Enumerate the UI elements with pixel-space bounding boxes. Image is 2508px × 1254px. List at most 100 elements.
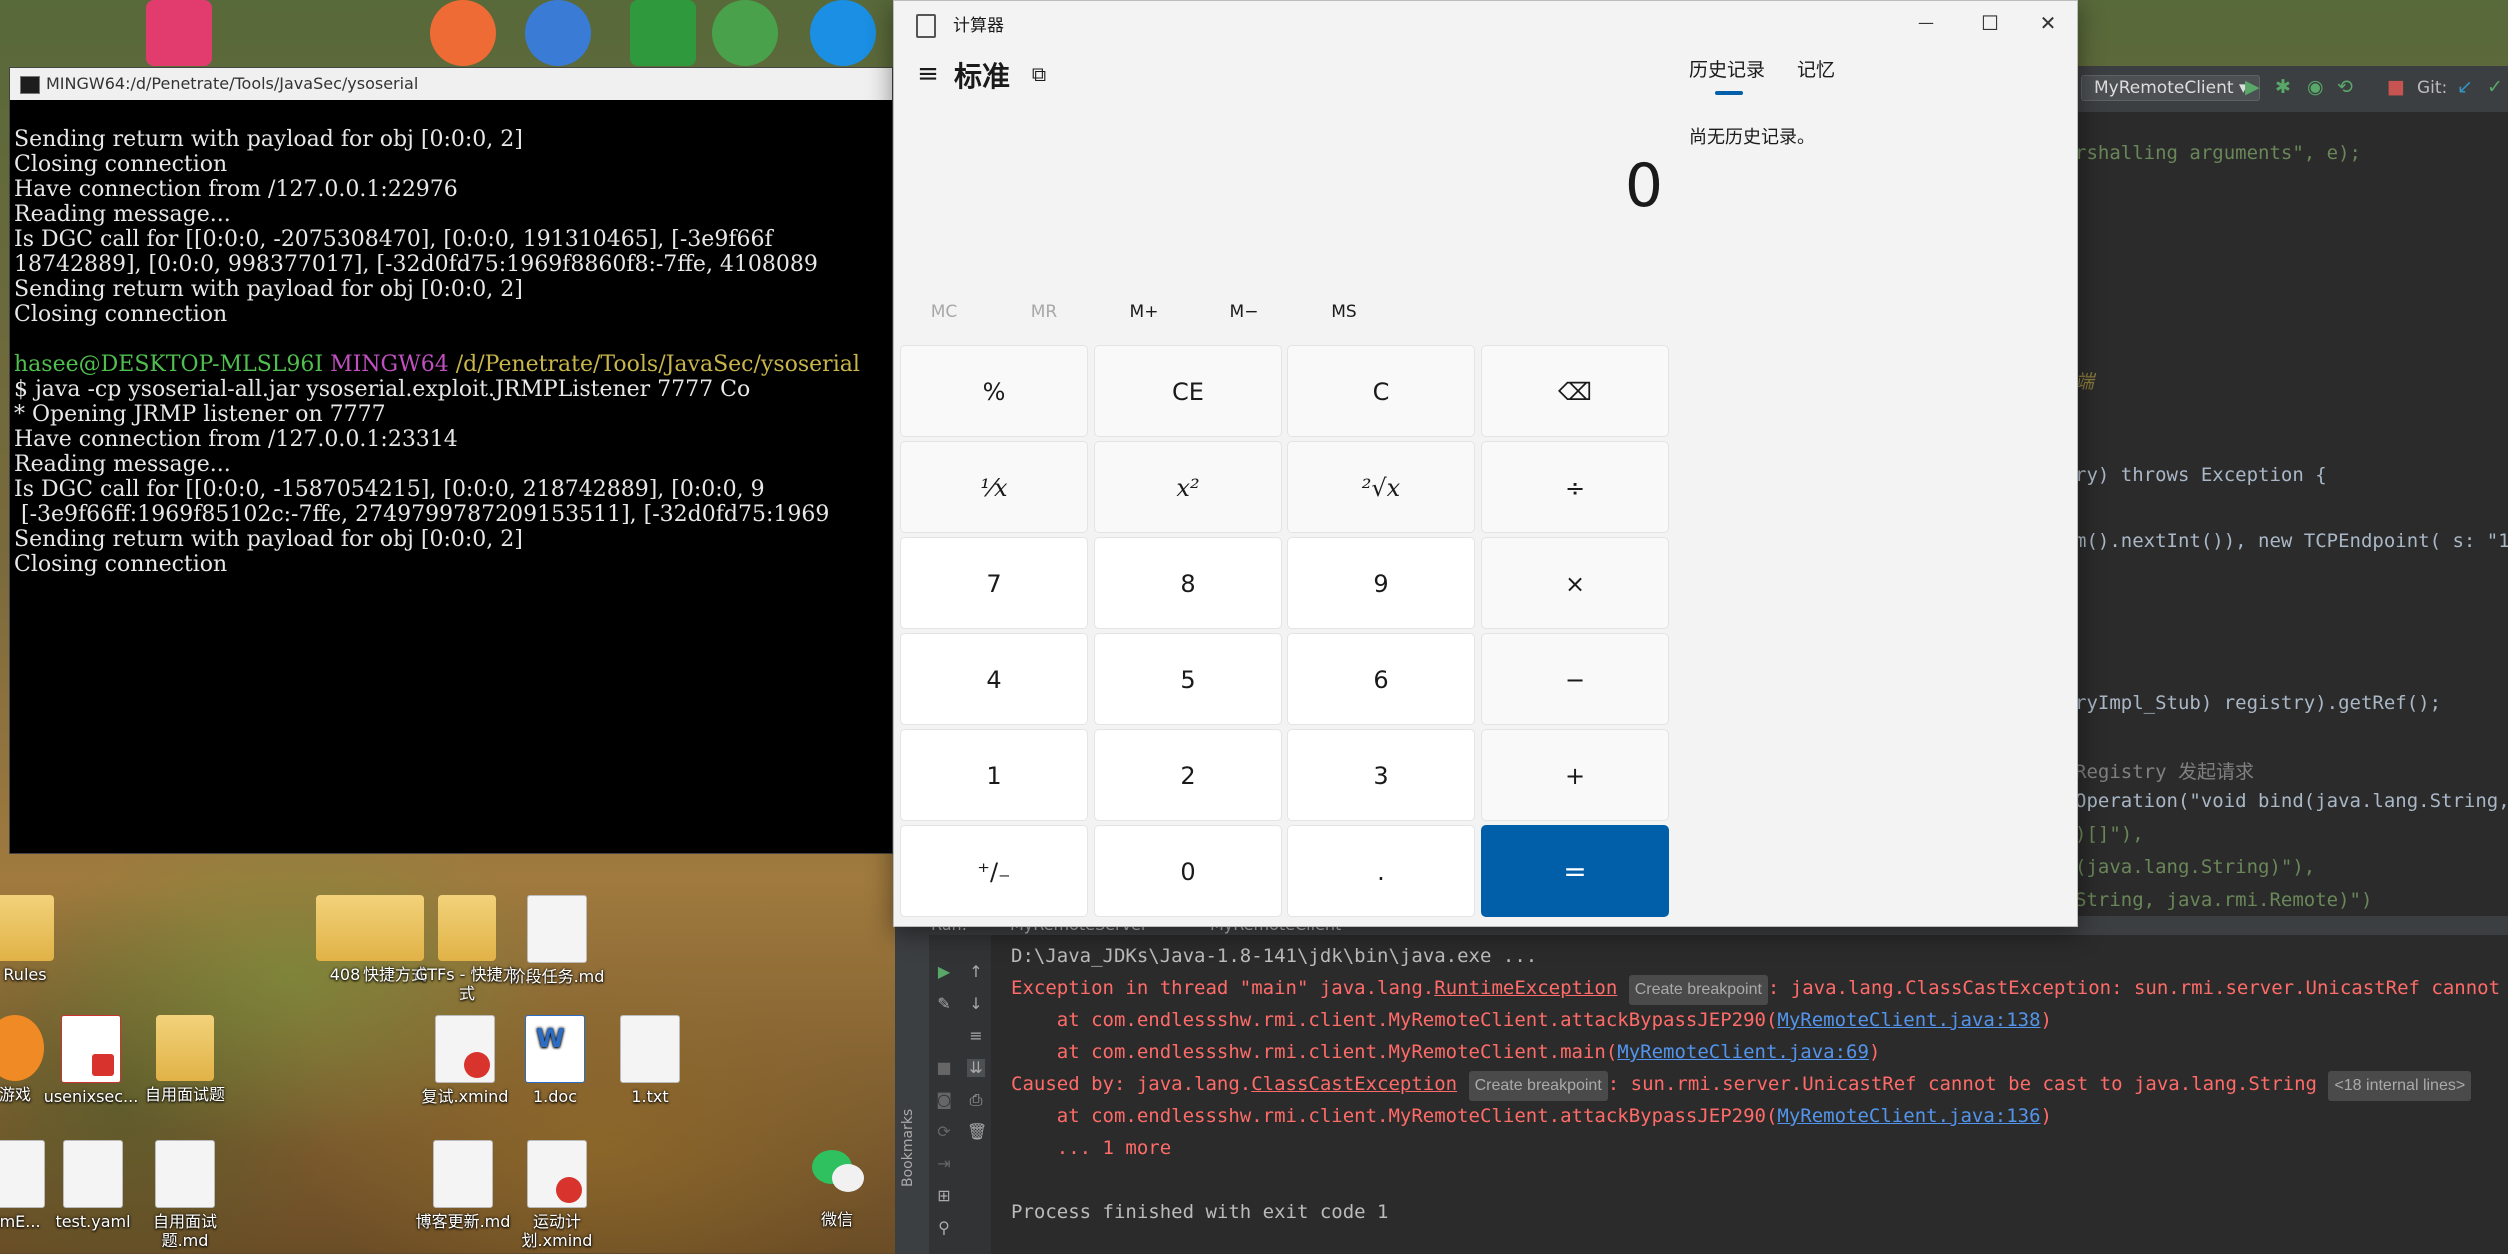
digit-4-button[interactable]: 4 <box>900 633 1088 725</box>
close-button[interactable]: ✕ <box>2025 7 2071 39</box>
app-shortcut-icon-1[interactable] <box>146 0 212 66</box>
equals-button[interactable]: = <box>1481 825 1669 917</box>
terminal-titlebar[interactable]: MINGW64:/d/Penetrate/Tools/JavaSec/ysose… <box>10 68 892 100</box>
camera-icon[interactable]: ◙ <box>935 1091 953 1109</box>
trash-icon[interactable]: 🗑 <box>967 1123 987 1141</box>
digit-0-button[interactable]: 0 <box>1094 825 1282 917</box>
app-shortcut-icon-2[interactable] <box>430 0 496 66</box>
keep-on-top-icon[interactable]: ⧉ <box>1024 59 1054 89</box>
text-file-icon <box>620 1015 680 1083</box>
app-shortcut-icon-4[interactable] <box>630 0 696 66</box>
git-commit-icon[interactable]: ✓ <box>2487 76 2503 98</box>
app-shortcut-icon-5[interactable] <box>712 0 778 66</box>
exit-icon[interactable]: ⇥ <box>935 1155 953 1173</box>
reciprocal-button[interactable]: ¹⁄x <box>900 441 1088 533</box>
stack-link[interactable]: MyRemoteClient.java:69 <box>1617 1041 1869 1063</box>
desktop-icon-txt[interactable]: 1.txt <box>595 1015 705 1106</box>
desktop-icon-interview-folder[interactable]: 自用面试题 <box>130 1015 240 1104</box>
terminal-output[interactable]: Sending return with payload for obj [0:0… <box>10 100 892 629</box>
stop-run-icon[interactable]: ■ <box>935 1059 953 1077</box>
desktop-icon-stage-tasks[interactable]: 阶段任务.md <box>502 895 612 986</box>
code-editor[interactable]: rshalling arguments", e); 端 ry) throws E… <box>2075 112 2508 912</box>
stack-link[interactable]: MyRemoteClient.java:136 <box>1777 1105 2040 1127</box>
clear-button[interactable]: C <box>1287 345 1475 437</box>
exception-class-link[interactable]: ClassCastException <box>1251 1073 1457 1095</box>
memory-add-button[interactable]: M+ <box>1094 295 1194 329</box>
negate-button[interactable]: ⁺∕₋ <box>900 825 1088 917</box>
decimal-button[interactable]: . <box>1287 825 1475 917</box>
terminal-line: Is DGC call for [[0:0:0, -1587054215], [… <box>14 477 765 502</box>
create-breakpoint-chip[interactable]: Create breakpoint <box>1628 975 1768 1005</box>
digit-7-button[interactable]: 7 <box>900 537 1088 629</box>
digit-8-button[interactable]: 8 <box>1094 537 1282 629</box>
memory-subtract-button[interactable]: M− <box>1194 295 1294 329</box>
backspace-button[interactable]: ⌫ <box>1481 345 1669 437</box>
create-breakpoint-chip[interactable]: Create breakpoint <box>1468 1071 1608 1101</box>
digit-3-button[interactable]: 3 <box>1287 729 1475 821</box>
digit-9-button[interactable]: 9 <box>1287 537 1475 629</box>
square-button[interactable]: x² <box>1094 441 1282 533</box>
desktop-icon-wechat[interactable]: 微信 <box>782 1140 892 1229</box>
digit-2-button[interactable]: 2 <box>1094 729 1282 821</box>
clear-entry-button[interactable]: CE <box>1094 345 1282 437</box>
layout-icon[interactable]: ⊞ <box>935 1187 953 1205</box>
minimize-button[interactable]: — <box>1903 7 1949 39</box>
tab-memory[interactable]: 记忆 <box>1797 55 1835 82</box>
print-icon[interactable]: ⎙ <box>967 1091 985 1109</box>
wechat-icon <box>808 1140 866 1206</box>
debug-icon[interactable]: ✱ <box>2275 76 2291 98</box>
divide-button[interactable]: ÷ <box>1481 441 1669 533</box>
markdown-file-icon <box>433 1140 493 1208</box>
app-shortcut-icon-3[interactable] <box>525 0 591 66</box>
digit-5-button[interactable]: 5 <box>1094 633 1282 725</box>
tab-history[interactable]: 历史记录 <box>1689 55 1765 82</box>
calculator-window[interactable]: 计算器 — ☐ ✕ ≡ 标准 ⧉ 0 MC MR M+ M− MS % CE C… <box>893 0 2078 927</box>
restore-icon[interactable]: ⟳ <box>935 1123 953 1141</box>
calculator-titlebar[interactable]: 计算器 — ☐ ✕ <box>894 1 2077 45</box>
xmind-file-icon <box>527 1140 587 1208</box>
square-root-button[interactable]: ²√x <box>1287 441 1475 533</box>
code-line: m().nextInt()), new TCPEndpoint( s: "127 <box>2075 530 2508 552</box>
digit-1-button[interactable]: 1 <box>900 729 1088 821</box>
profile-icon[interactable]: ⟲ <box>2337 76 2353 98</box>
desktop-icon-doc[interactable]: 1.doc <box>500 1015 610 1106</box>
run-icon[interactable]: ▶ <box>2245 76 2260 98</box>
terminal-window[interactable]: MINGW64:/d/Penetrate/Tools/JavaSec/ysose… <box>9 67 893 854</box>
desktop-icon-exercise-xmind[interactable]: 运动计划.xmind <box>502 1140 612 1250</box>
scroll-down-icon[interactable]: ↓ <box>967 995 985 1013</box>
coverage-icon[interactable]: ◉ <box>2307 76 2324 98</box>
maximize-button[interactable]: ☐ <box>1967 7 2013 39</box>
internal-lines-chip[interactable]: <18 internal lines> <box>2328 1071 2472 1101</box>
console-output[interactable]: D:\Java_JDKs\Java-1.8-141\jdk\bin\java.e… <box>1011 935 2508 1254</box>
percent-button[interactable]: % <box>900 345 1088 437</box>
terminal-line: Reading message... <box>14 452 231 477</box>
git-update-icon[interactable]: ↙ <box>2457 76 2473 98</box>
exception-class-link[interactable]: RuntimeException <box>1434 977 1617 999</box>
plus-button[interactable]: + <box>1481 729 1669 821</box>
run-panel[interactable]: Run: MyRemoteServer MyRemoteClient ▶ ↑ ✎… <box>895 915 2508 1254</box>
terminal-line: [-3e9f66ff:1969f85102c:-7ffe, 2749799787… <box>14 502 830 527</box>
pin-icon[interactable]: ⚲ <box>935 1219 953 1237</box>
rerun-icon[interactable]: ▶ <box>935 963 953 981</box>
scroll-up-icon[interactable]: ↑ <box>967 963 985 981</box>
console-more-line: ... 1 more <box>1011 1137 1172 1159</box>
minus-button[interactable]: − <box>1481 633 1669 725</box>
folder-icon <box>438 895 496 961</box>
soft-wrap-icon[interactable]: ≡ <box>967 1027 985 1045</box>
app-shortcut-icon-6[interactable] <box>810 0 876 66</box>
memory-clear-button[interactable]: MC <box>894 295 994 329</box>
run-config-selector[interactable]: MyRemoteClient ▾ <box>2081 75 2261 101</box>
stack-link[interactable]: MyRemoteClient.java:138 <box>1777 1009 2040 1031</box>
scroll-end-icon[interactable]: ⇊ <box>967 1059 985 1077</box>
desktop-icon-interview-md[interactable]: 自用面试题.md <box>130 1140 240 1250</box>
memory-recall-button[interactable]: MR <box>994 295 1094 329</box>
stop-icon[interactable]: ■ <box>2387 76 2405 98</box>
multiply-button[interactable]: × <box>1481 537 1669 629</box>
hamburger-menu-icon[interactable]: ≡ <box>908 57 948 91</box>
memory-store-button[interactable]: MS <box>1294 295 1394 329</box>
desktop-icon-rules[interactable]: Rules <box>0 895 80 984</box>
digit-6-button[interactable]: 6 <box>1287 633 1475 725</box>
bookmarks-label[interactable]: Bookmarks <box>900 1109 916 1187</box>
settings-icon[interactable]: ✎ <box>935 995 953 1013</box>
git-label: Git: <box>2417 78 2448 98</box>
